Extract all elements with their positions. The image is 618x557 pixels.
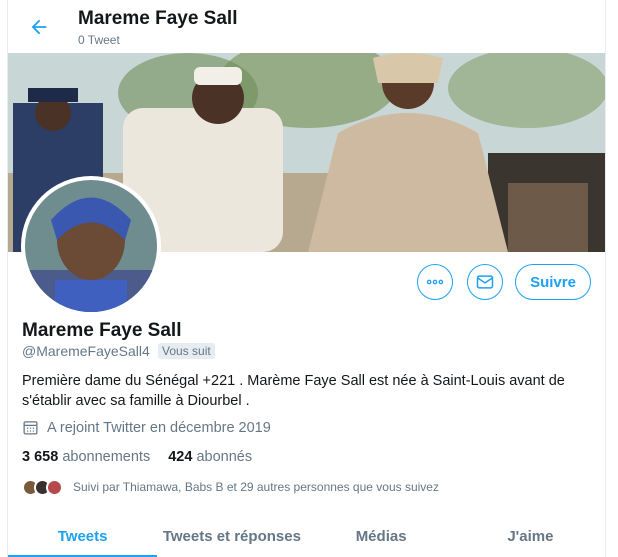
profile-stats: 3 658 abonnements 424 abonnés bbox=[22, 449, 266, 465]
more-options-button[interactable] bbox=[417, 264, 453, 300]
followers-label: abonnés bbox=[196, 449, 253, 465]
profile-name: Mareme Faye Sall bbox=[22, 320, 182, 341]
avatar-image bbox=[25, 180, 157, 312]
follows-you-badge: Vous suit bbox=[158, 343, 215, 359]
profile-column: Mareme Faye Sall 0 Tweet Suivre Mareme F… bbox=[7, 0, 606, 557]
avatar[interactable] bbox=[21, 176, 161, 316]
calendar-icon bbox=[23, 421, 38, 435]
following-label: abonnements bbox=[62, 449, 151, 465]
message-button[interactable] bbox=[467, 264, 503, 300]
tab-likes[interactable]: J'aime bbox=[456, 515, 605, 557]
profile-bio: Première dame du Sénégal +221 . Marème F… bbox=[22, 371, 582, 411]
tab-tweets-replies[interactable]: Tweets et réponses bbox=[157, 515, 306, 557]
profile-tabs: Tweets Tweets et réponses Médias J'aime bbox=[8, 515, 605, 557]
header-tweet-count: 0 Tweet bbox=[78, 33, 120, 47]
bio-line: Première dame du Sénégal +221 . Marème F… bbox=[22, 373, 565, 389]
profile-header: Mareme Faye Sall 0 Tweet bbox=[8, 0, 605, 53]
followed-by[interactable]: Suivi par Thiamawa, Babs B et 29 autres … bbox=[22, 477, 439, 497]
arrow-left-icon bbox=[31, 19, 47, 35]
header-name: Mareme Faye Sall bbox=[78, 8, 238, 29]
profile-handle: @MaremeFayeSall4 bbox=[22, 343, 150, 359]
followers-link[interactable]: 424 abonnés bbox=[168, 449, 252, 465]
joined-date: A rejoint Twitter en décembre 2019 bbox=[22, 419, 271, 436]
more-icon bbox=[426, 279, 444, 285]
follower-avatar bbox=[46, 478, 63, 496]
envelope-icon bbox=[476, 275, 494, 289]
joined-text: A rejoint Twitter en décembre 2019 bbox=[47, 419, 271, 436]
bio-line: s'établir avec sa famille à Diourbel . bbox=[22, 393, 250, 409]
follow-button[interactable]: Suivre bbox=[515, 264, 591, 300]
following-link[interactable]: 3 658 abonnements bbox=[22, 449, 154, 465]
tab-media[interactable]: Médias bbox=[307, 515, 456, 557]
tab-tweets[interactable]: Tweets bbox=[8, 515, 158, 557]
back-button[interactable] bbox=[26, 14, 52, 40]
following-count: 3 658 bbox=[22, 449, 59, 465]
followed-by-text: Suivi par Thiamawa, Babs B et 29 autres … bbox=[73, 480, 439, 494]
followers-count: 424 bbox=[168, 449, 193, 465]
